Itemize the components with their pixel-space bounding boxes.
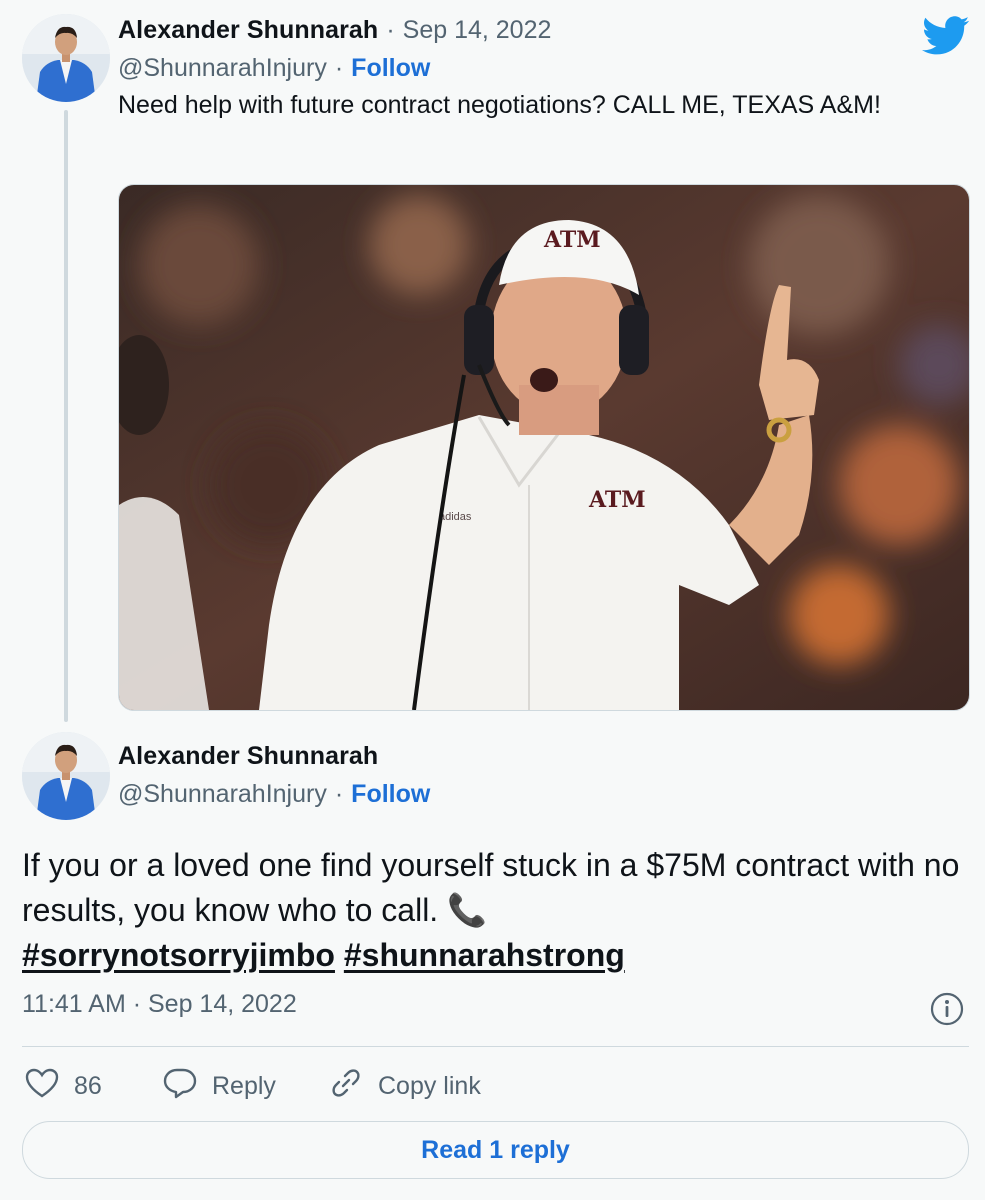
quoted-author-name[interactable]: Alexander Shunnarah [118, 742, 378, 770]
thread-connector-line [64, 110, 68, 722]
quoted-tweet-text: If you or a loved one find yourself stuc… [22, 847, 960, 928]
link-icon [328, 1065, 364, 1108]
quoted-handle-row: @ShunnarahInjury · Follow [118, 780, 430, 809]
quoted-author-handle[interactable]: @ShunnarahInjury [118, 780, 327, 809]
cap-logo: ATM [543, 227, 601, 253]
handle-separator: · [334, 54, 344, 82]
coach-photo: ATM adidas ATM [119, 185, 969, 710]
follow-button[interactable]: Follow [351, 54, 430, 83]
hashtag-shunnarahstrong[interactable]: #shunnarahstrong [344, 937, 625, 973]
author-handle[interactable]: @ShunnarahInjury [118, 54, 327, 83]
twitter-bird-icon[interactable] [922, 16, 970, 61]
author-avatar[interactable] [22, 14, 110, 102]
shirt-logo: ATM [588, 487, 646, 513]
copy-link-label: Copy link [378, 1071, 481, 1100]
divider [22, 1046, 969, 1047]
avatar-photo [22, 732, 110, 820]
speech-bubble-icon [162, 1066, 198, 1107]
quoted-author-avatar[interactable] [22, 732, 110, 820]
brand-logo: adidas [439, 511, 472, 523]
quoted-handle-separator: · [334, 780, 344, 808]
tweet-date[interactable]: Sep 14, 2022 [403, 16, 552, 45]
tweet-media-image[interactable]: ATM adidas ATM [118, 184, 970, 711]
quoted-tweet-header: Alexander Shunnarah [118, 742, 378, 771]
quoted-tweet-body: If you or a loved one find yourself stuc… [22, 843, 972, 978]
handle-row: @ShunnarahInjury · Follow [118, 54, 430, 83]
info-icon[interactable] [930, 992, 964, 1031]
hashtag-sorrynotsorryjimbo[interactable]: #sorrynotsorryjimbo [22, 937, 335, 973]
read-reply-label: Read 1 reply [421, 1135, 570, 1164]
quoted-follow-button[interactable]: Follow [351, 780, 430, 809]
read-reply-button[interactable]: Read 1 reply [22, 1121, 969, 1179]
tweet-text: Need help with future contract negotiati… [118, 91, 881, 119]
heart-icon [24, 1067, 60, 1106]
reply-label: Reply [212, 1071, 276, 1100]
author-name[interactable]: Alexander Shunnarah [118, 16, 378, 45]
like-count: 86 [74, 1071, 102, 1100]
avatar-photo [22, 14, 110, 102]
like-button[interactable]: 86 [24, 1066, 102, 1106]
date-separator: · [386, 16, 395, 44]
tweet-timestamp[interactable]: 11:41 AM · Sep 14, 2022 [22, 990, 297, 1019]
copy-link-button[interactable]: Copy link [328, 1066, 481, 1106]
tweet-header: Alexander Shunnarah · Sep 14, 2022 [118, 16, 551, 45]
reply-button[interactable]: Reply [162, 1066, 276, 1106]
